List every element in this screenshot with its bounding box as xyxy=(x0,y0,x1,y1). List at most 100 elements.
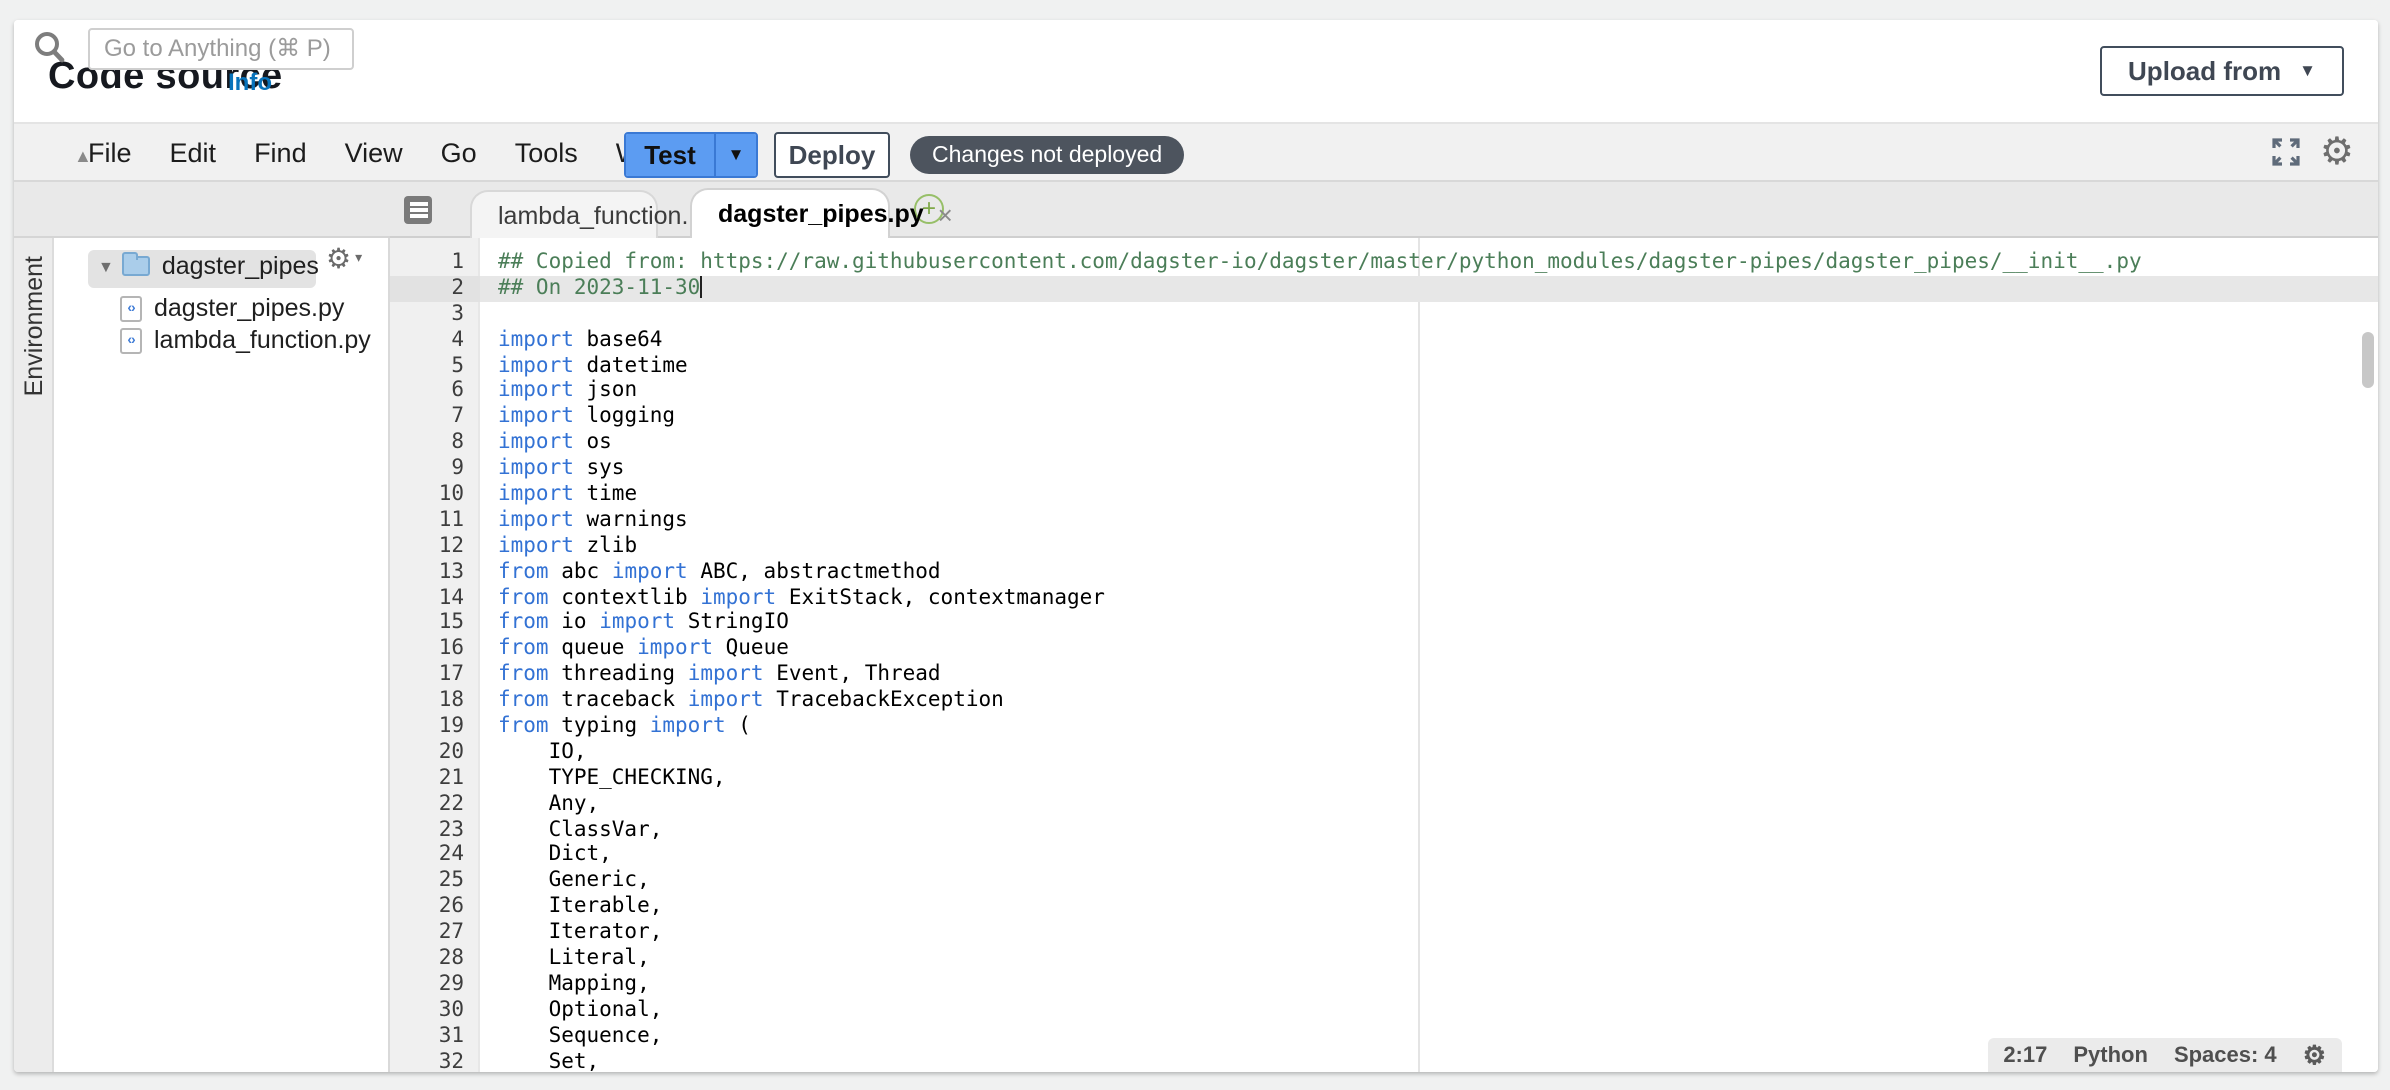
menu-item-file[interactable]: File xyxy=(88,137,132,167)
tab-list-icon[interactable] xyxy=(404,196,432,224)
code-line-9[interactable]: 9import sys xyxy=(390,456,2378,482)
tree-file-dagster-pipes[interactable]: ‹› dagster_pipes.py xyxy=(120,294,344,322)
line-number[interactable]: 27 xyxy=(390,920,480,946)
folder-expand-caret-icon[interactable]: ▼ xyxy=(98,257,114,275)
line-number[interactable]: 3 xyxy=(390,302,480,328)
test-button[interactable]: Test ▼ xyxy=(624,131,758,177)
line-number[interactable]: 1 xyxy=(390,250,480,276)
code-line-11[interactable]: 11import warnings xyxy=(390,508,2378,534)
code-line-25[interactable]: 25 Generic, xyxy=(390,869,2378,895)
code-line-7[interactable]: 7import logging xyxy=(390,405,2378,431)
line-number[interactable]: 23 xyxy=(390,817,480,843)
line-number[interactable]: 21 xyxy=(390,766,480,792)
tree-file-lambda-function[interactable]: ‹› lambda_function.py xyxy=(120,326,371,354)
line-number[interactable]: 6 xyxy=(390,379,480,405)
tree-gear-icon[interactable]: ⚙ xyxy=(326,244,351,272)
code-line-20[interactable]: 20 IO, xyxy=(390,740,2378,766)
file-tree-panel: ▼ dagster_pipes_funct ⚙ ▾ ‹› dagster_pip… xyxy=(54,238,390,1072)
info-link[interactable]: Info xyxy=(228,68,272,96)
code-line-26[interactable]: 26 Iterable, xyxy=(390,895,2378,921)
code-line-8[interactable]: 8import os xyxy=(390,430,2378,456)
search-icon[interactable] xyxy=(28,26,72,70)
indentation-setting[interactable]: Spaces: 4 xyxy=(2174,1043,2277,1067)
line-number[interactable]: 25 xyxy=(390,869,480,895)
code-line-12[interactable]: 12import zlib xyxy=(390,534,2378,560)
upload-from-button[interactable]: Upload from ▼ xyxy=(2100,46,2344,96)
line-number[interactable]: 9 xyxy=(390,456,480,482)
line-number[interactable]: 5 xyxy=(390,353,480,379)
line-number[interactable]: 10 xyxy=(390,482,480,508)
line-number[interactable]: 28 xyxy=(390,946,480,972)
code-line-27[interactable]: 27 Iterator, xyxy=(390,920,2378,946)
test-button-label[interactable]: Test xyxy=(626,133,714,175)
code-line-13[interactable]: 13from abc import ABC, abstractmethod xyxy=(390,559,2378,585)
deploy-button[interactable]: Deploy xyxy=(774,131,890,177)
line-number[interactable]: 8 xyxy=(390,430,480,456)
line-number[interactable]: 19 xyxy=(390,714,480,740)
code-line-4[interactable]: 4import base64 xyxy=(390,327,2378,353)
line-number[interactable]: 12 xyxy=(390,534,480,560)
code-line-17[interactable]: 17from threading import Event, Thread xyxy=(390,663,2378,689)
menu-item-find[interactable]: Find xyxy=(254,137,307,167)
vertical-scrollbar[interactable] xyxy=(2362,332,2374,388)
code-line-30[interactable]: 30 Optional, xyxy=(390,998,2378,1024)
line-number[interactable]: 7 xyxy=(390,405,480,431)
code-line-24[interactable]: 24 Dict, xyxy=(390,843,2378,869)
editor-settings-gear-icon[interactable]: ⚙ xyxy=(2320,133,2354,171)
code-area[interactable]: 1## Copied from: https://raw.githubuserc… xyxy=(390,238,2378,1072)
code-line-16[interactable]: 16from queue import Queue xyxy=(390,637,2378,663)
line-number[interactable]: 15 xyxy=(390,611,480,637)
line-content: import sys xyxy=(480,456,2378,482)
line-number[interactable]: 4 xyxy=(390,327,480,353)
line-number[interactable]: 20 xyxy=(390,740,480,766)
line-number[interactable]: 11 xyxy=(390,508,480,534)
line-number[interactable]: 30 xyxy=(390,998,480,1024)
menu-item-tools[interactable]: Tools xyxy=(515,137,578,167)
code-line-6[interactable]: 6import json xyxy=(390,379,2378,405)
tree-folder-row[interactable]: ▼ dagster_pipes_funct xyxy=(98,252,318,280)
close-icon[interactable]: × xyxy=(938,201,953,227)
code-line-5[interactable]: 5import datetime xyxy=(390,353,2378,379)
code-line-14[interactable]: 14from contextlib import ExitStack, cont… xyxy=(390,585,2378,611)
environment-label[interactable]: Environment xyxy=(20,256,48,396)
code-line-15[interactable]: 15from io import StringIO xyxy=(390,611,2378,637)
tab-lambda-function[interactable]: lambda_function. × xyxy=(470,190,658,238)
tab-dagster-pipes[interactable]: dagster_pipes.py × xyxy=(690,188,890,238)
code-line-29[interactable]: 29 Mapping, xyxy=(390,972,2378,998)
go-to-anything-input[interactable] xyxy=(88,27,354,69)
code-line-10[interactable]: 10import time xyxy=(390,482,2378,508)
test-dropdown-icon[interactable]: ▼ xyxy=(714,133,756,175)
code-line-3[interactable]: 3 xyxy=(390,302,2378,328)
line-number[interactable]: 29 xyxy=(390,972,480,998)
line-number[interactable]: 22 xyxy=(390,791,480,817)
line-number[interactable]: 16 xyxy=(390,637,480,663)
code-line-18[interactable]: 18from traceback import TracebackExcepti… xyxy=(390,688,2378,714)
code-line-2[interactable]: 2## On 2023-11-30 xyxy=(390,276,2378,302)
code-line-21[interactable]: 21 TYPE_CHECKING, xyxy=(390,766,2378,792)
menu-item-edit[interactable]: Edit xyxy=(170,137,217,167)
line-number[interactable]: 26 xyxy=(390,895,480,921)
fullscreen-icon[interactable] xyxy=(2272,138,2300,166)
code-line-28[interactable]: 28 Literal, xyxy=(390,946,2378,972)
code-line-19[interactable]: 19from typing import ( xyxy=(390,714,2378,740)
line-number[interactable]: 32 xyxy=(390,1049,480,1072)
tree-settings-control[interactable]: ⚙ ▾ xyxy=(326,244,362,272)
line-number[interactable]: 18 xyxy=(390,688,480,714)
code-line-1[interactable]: 1## Copied from: https://raw.githubuserc… xyxy=(390,250,2378,276)
line-number[interactable]: 24 xyxy=(390,843,480,869)
code-line-22[interactable]: 22 Any, xyxy=(390,791,2378,817)
line-number[interactable]: 31 xyxy=(390,1023,480,1049)
status-gear-icon[interactable]: ⚙ xyxy=(2303,1042,2326,1068)
cursor-position[interactable]: 2:17 xyxy=(2003,1043,2047,1067)
menu-item-view[interactable]: View xyxy=(345,137,403,167)
line-number[interactable]: 17 xyxy=(390,663,480,689)
code-line-23[interactable]: 23 ClassVar, xyxy=(390,817,2378,843)
code-lines[interactable]: 1## Copied from: https://raw.githubuserc… xyxy=(390,250,2378,1072)
menu-item-go[interactable]: Go xyxy=(441,137,477,167)
menubar-right-icons: ⚙ xyxy=(2272,124,2354,180)
line-number[interactable]: 2 xyxy=(390,276,480,302)
line-number[interactable]: 13 xyxy=(390,559,480,585)
tab-label: dagster_pipes.py xyxy=(718,200,924,228)
language-mode[interactable]: Python xyxy=(2073,1043,2148,1067)
line-number[interactable]: 14 xyxy=(390,585,480,611)
